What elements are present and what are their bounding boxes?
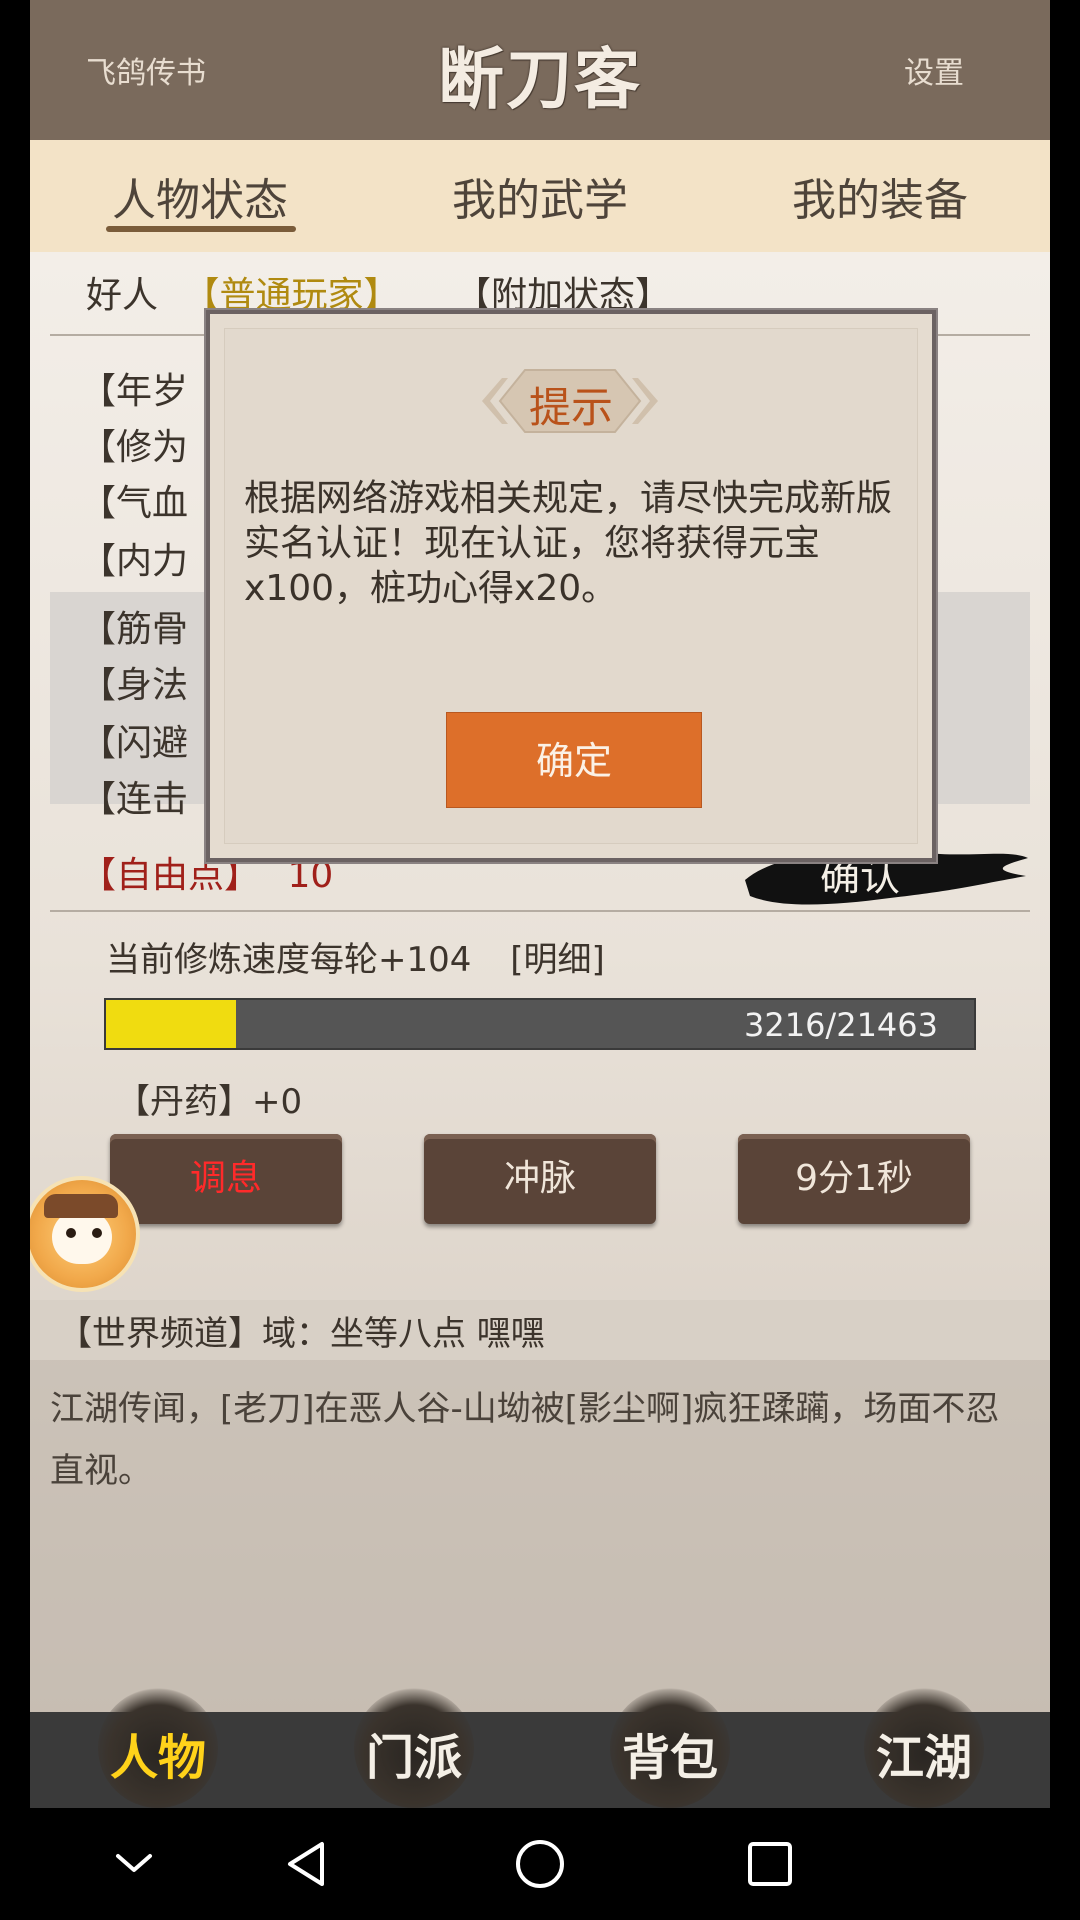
game-title: 断刀客	[438, 40, 642, 118]
nav-backpack[interactable]: 背包	[610, 1688, 730, 1808]
timer-button[interactable]: 9分1秒	[738, 1134, 970, 1224]
pill-count: 【丹药】+0	[116, 1082, 303, 1122]
tab-character-status[interactable]: 人物状态	[112, 164, 288, 228]
training-progress-bar: 3216/21463	[104, 998, 976, 1050]
meridian-button[interactable]: 冲脉	[424, 1134, 656, 1224]
attr-dodge: 【闪避	[80, 723, 189, 764]
world-channel-text: 【世界频道】域：坐等八点 嘿嘿	[58, 1314, 545, 1354]
world-channel-bar[interactable]: 【世界频道】域：坐等八点 嘿嘿	[30, 1300, 1050, 1360]
attr-cultivation: 【修为	[80, 427, 189, 468]
mascot-face	[52, 1210, 112, 1264]
home-icon[interactable]	[514, 1838, 566, 1890]
recent-apps-icon[interactable]	[744, 1838, 796, 1890]
nav-jianghu[interactable]: 江湖	[864, 1688, 984, 1808]
active-tab-indicator	[106, 226, 296, 232]
nav-label: 人物	[109, 1730, 206, 1786]
dialog-title: 提示	[528, 383, 613, 432]
dialog-message: 根据网络游戏相关规定，请尽快完成新版实名认证！现在认证，您将获得元宝x100，桩…	[244, 478, 893, 609]
notice-dialog: 提示 根据网络游戏相关规定，请尽快完成新版实名认证！现在认证，您将获得元宝x10…	[206, 310, 936, 862]
training-detail-link[interactable]: [明细]	[510, 940, 605, 980]
training-speed-text: 当前修炼速度每轮+104	[106, 940, 472, 980]
header: 飞鸽传书 断刀客 设置	[30, 0, 1050, 140]
dialog-confirm-button[interactable]: 确定	[446, 712, 702, 808]
nav-character[interactable]: 人物	[98, 1688, 218, 1808]
attr-inner-power: 【内力	[80, 541, 189, 582]
attr-agility: 【身法	[80, 665, 189, 706]
training-progress-text: 3216/21463	[743, 1006, 938, 1044]
system-navigation-bar	[0, 1808, 1080, 1920]
attr-age: 【年岁	[80, 371, 189, 412]
nav-label: 江湖	[875, 1730, 972, 1786]
nav-sect[interactable]: 门派	[354, 1688, 474, 1808]
attr-combo: 【连击	[80, 779, 189, 820]
back-icon[interactable]	[282, 1838, 334, 1890]
attr-constitution: 【筋骨	[80, 609, 189, 650]
tab-my-equipment[interactable]: 我的装备	[792, 164, 968, 228]
chevron-down-icon[interactable]	[108, 1838, 160, 1890]
training-speed-row: 当前修炼速度每轮+104 [明细]	[106, 932, 605, 981]
mascot-eye	[66, 1228, 76, 1238]
app-screen: 飞鸽传书 断刀客 设置 人物状态 我的武学 我的装备 好人 【普通玩家】 【附加…	[30, 0, 1050, 1808]
rest-button[interactable]: 调息	[110, 1134, 342, 1224]
training-progress-fill	[106, 1000, 237, 1048]
attr-hp: 【气血	[80, 483, 189, 524]
divider	[50, 910, 1030, 912]
mascot-eye	[92, 1228, 102, 1238]
nav-label: 背包	[621, 1730, 718, 1786]
tab-my-martial-arts[interactable]: 我的武学	[452, 164, 628, 228]
news-message: 江湖传闻，[老刀]在恶人谷-山坳被[影尘啊]疯狂蹂躏，场面不忍直视。	[50, 1389, 1000, 1491]
tab-bar: 人物状态 我的武学 我的装备	[30, 140, 1050, 252]
nav-label: 门派	[365, 1730, 462, 1786]
settings-link[interactable]: 设置	[904, 48, 964, 92]
bottom-nav: 人物 门派 背包 江湖	[30, 1688, 1050, 1808]
mascot-hat	[44, 1194, 118, 1218]
mascot-avatar[interactable]	[30, 1176, 140, 1292]
alignment-label: 好人	[86, 275, 159, 316]
